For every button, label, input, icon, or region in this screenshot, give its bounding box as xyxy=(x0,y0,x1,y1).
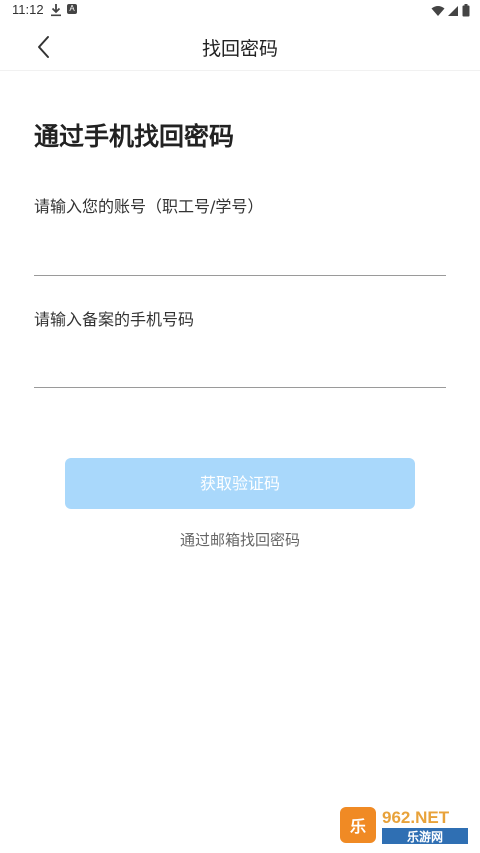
svg-text:乐游网: 乐游网 xyxy=(407,829,443,844)
account-field-label: 请输入您的账号（职工号/学号） xyxy=(34,197,264,216)
phone-input[interactable] xyxy=(34,351,446,388)
download-icon xyxy=(51,4,61,17)
section-heading: 通过手机找回密码 xyxy=(34,122,235,151)
status-bar: 11:12 A xyxy=(0,0,480,22)
wifi-icon xyxy=(431,5,445,16)
signal-icon xyxy=(448,5,458,16)
phone-field-label: 请输入备案的手机号码 xyxy=(34,310,195,329)
svg-text:962.NET: 962.NET xyxy=(382,808,450,827)
watermark-logo: 乐 962.NET 乐游网 xyxy=(340,807,468,844)
svg-text:乐: 乐 xyxy=(350,818,366,836)
page-title: 找回密码 xyxy=(201,38,278,60)
status-icons xyxy=(431,4,470,17)
battery-icon xyxy=(462,4,470,17)
a-icon: A xyxy=(67,4,77,14)
account-input[interactable] xyxy=(34,239,446,276)
app-header: 找回密码 xyxy=(0,22,480,71)
status-time: 11:12 xyxy=(12,2,44,17)
get-code-button[interactable]: 获取验证码 xyxy=(65,458,415,509)
email-recovery-link[interactable]: 通过邮箱找回密码 xyxy=(0,529,480,550)
